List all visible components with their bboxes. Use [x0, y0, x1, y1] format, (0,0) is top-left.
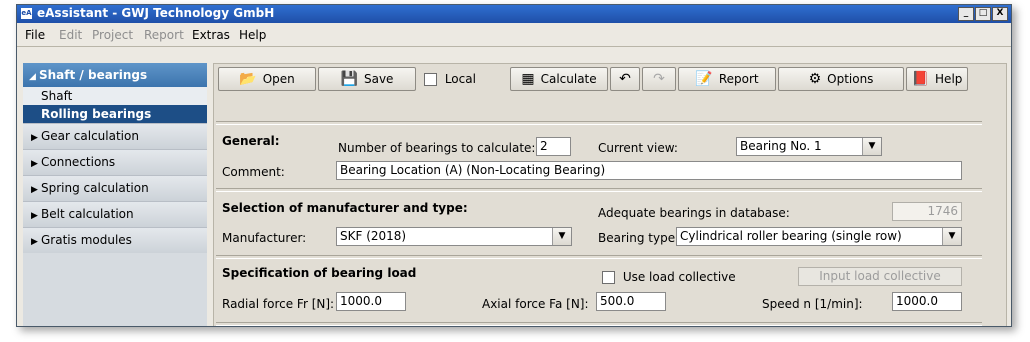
redo-icon: ↷ — [653, 71, 665, 87]
load-heading: Specification of bearing load — [222, 266, 417, 280]
calculate-button[interactable]: ▦ Calculate — [510, 67, 608, 91]
collapsed-arrow-icon: ▶ — [31, 159, 38, 169]
speed-input[interactable]: 1000.0 — [892, 292, 962, 311]
close-button[interactable]: X — [992, 7, 1008, 21]
help-button-label: Help — [935, 72, 963, 86]
axial-force-label: Axial force Fa [N]: — [482, 297, 589, 311]
menu-project[interactable]: Project — [92, 28, 133, 42]
separator — [216, 188, 982, 192]
menu-help[interactable]: Help — [239, 28, 266, 42]
redo-button[interactable]: ↷ — [642, 67, 676, 91]
bearing-type-value: Cylindrical roller bearing (single row) — [680, 229, 902, 243]
options-button[interactable]: ⚙ Options — [778, 67, 904, 91]
sidebar-item-gear-calculation[interactable]: ▶ Gear calculation — [23, 123, 207, 149]
input-load-collective-button[interactable]: Input load collective — [798, 267, 962, 286]
separator — [216, 322, 982, 326]
collapsed-arrow-icon: ▶ — [31, 237, 38, 247]
sidebar-item-label: Spring calculation — [41, 181, 149, 195]
sidebar-item-label: Gratis modules — [41, 233, 132, 247]
navigation-sidebar: ◢ Shaft / bearings Shaft Rolling bearings… — [23, 63, 207, 326]
manufacturer-select[interactable]: SKF (2018) ▼ — [336, 227, 572, 246]
sidebar-item-label: Gear calculation — [41, 129, 139, 143]
comment-input[interactable]: Bearing Location (A) (Non-Locating Beari… — [336, 161, 962, 180]
main-window: eA eAssistant - GWJ Technology GmbH _ □ … — [16, 4, 1012, 327]
report-button[interactable]: 📝 Report — [678, 67, 776, 91]
collapsed-arrow-icon: ▶ — [31, 133, 38, 143]
report-button-label: Report — [718, 72, 759, 86]
open-folder-icon: 📂 — [239, 71, 257, 87]
current-view-label: Current view: — [598, 141, 678, 155]
axial-force-input[interactable]: 500.0 — [596, 292, 666, 311]
help-book-icon: 📕 — [911, 71, 930, 87]
save-disk-icon: 💾 — [340, 71, 358, 87]
window-title: eAssistant - GWJ Technology GmbH — [37, 6, 275, 20]
sidebar-item-rolling-bearings[interactable]: Rolling bearings — [23, 105, 207, 123]
sidebar-item-gratis-modules[interactable]: ▶ Gratis modules — [23, 227, 207, 253]
sidebar-item-label: Connections — [41, 155, 116, 169]
open-button[interactable]: 📂 Open — [218, 67, 316, 91]
use-load-collective-label: Use load collective — [622, 270, 736, 284]
sidebar-header-shaft-bearings[interactable]: ◢ Shaft / bearings — [23, 63, 207, 87]
expanded-arrow-icon: ◢ — [29, 72, 36, 82]
report-icon: 📝 — [695, 71, 713, 87]
manufacturer-value: SKF (2018) — [340, 229, 407, 243]
collapsed-arrow-icon: ▶ — [31, 185, 38, 195]
window-controls: _ □ X — [958, 7, 1008, 21]
undo-icon: ↶ — [619, 71, 631, 87]
options-icon: ⚙ — [808, 71, 822, 87]
chevron-down-icon[interactable]: ▼ — [552, 228, 571, 245]
menu-extras[interactable]: Extras — [192, 28, 230, 42]
num-bearings-input[interactable]: 2 — [536, 137, 571, 156]
sidebar-item-spring-calculation[interactable]: ▶ Spring calculation — [23, 175, 207, 201]
num-bearings-label: Number of bearings to calculate: — [338, 141, 536, 155]
checkbox-box[interactable] — [602, 271, 615, 284]
local-checkbox-label: Local — [444, 72, 476, 86]
current-view-select[interactable]: Bearing No. 1 ▼ — [736, 137, 882, 156]
bearing-type-select[interactable]: Cylindrical roller bearing (single row) … — [676, 227, 962, 246]
speed-label: Speed n [1/min]: — [762, 297, 863, 311]
open-button-label: Open — [262, 72, 295, 86]
chevron-down-icon[interactable]: ▼ — [862, 138, 881, 155]
checkbox-box[interactable] — [424, 73, 437, 86]
local-checkbox[interactable]: Local — [424, 72, 476, 86]
minimize-button[interactable]: _ — [958, 7, 974, 21]
sidebar-item-label: Belt calculation — [41, 207, 134, 221]
general-heading: General: — [222, 134, 280, 148]
menu-edit[interactable]: Edit — [59, 28, 82, 42]
sidebar-header-label: Shaft / bearings — [39, 68, 148, 82]
radial-force-label: Radial force Fr [N]: — [222, 297, 335, 311]
help-button[interactable]: 📕 Help — [906, 67, 968, 91]
calculate-button-label: Calculate — [540, 72, 597, 86]
separator — [216, 255, 982, 259]
separator — [216, 121, 982, 125]
adequate-bearings-label: Adequate bearings in database: — [598, 206, 790, 220]
sidebar-item-belt-calculation[interactable]: ▶ Belt calculation — [23, 201, 207, 227]
calculator-icon: ▦ — [521, 71, 535, 87]
maximize-button[interactable]: □ — [975, 7, 991, 21]
title-bar[interactable]: eA eAssistant - GWJ Technology GmbH _ □ … — [17, 5, 1011, 23]
selection-heading: Selection of manufacturer and type: — [222, 201, 468, 215]
save-button[interactable]: 💾 Save — [318, 67, 416, 91]
save-button-label: Save — [363, 72, 394, 86]
radial-force-input[interactable]: 1000.0 — [336, 292, 406, 311]
manufacturer-label: Manufacturer: — [222, 231, 307, 245]
menu-file[interactable]: File — [25, 28, 45, 42]
chevron-down-icon[interactable]: ▼ — [942, 228, 961, 245]
sidebar-item-shaft[interactable]: Shaft — [23, 87, 207, 105]
collapsed-arrow-icon: ▶ — [31, 211, 38, 221]
options-button-label: Options — [827, 72, 874, 86]
toolbar: 📂 Open 💾 Save Local ▦ Calculate ↶ ↷ 📝 Report — [218, 67, 1006, 93]
menu-report[interactable]: Report — [144, 28, 184, 42]
bearing-type-label: Bearing type: — [598, 231, 680, 245]
adequate-bearings-value: 1746 — [892, 202, 962, 221]
comment-label: Comment: — [222, 165, 285, 179]
use-load-collective-checkbox[interactable]: Use load collective — [602, 270, 736, 284]
menu-bar: File Edit Project Report Extras Help — [17, 24, 1011, 47]
bearing-form-panel: 📂 Open 💾 Save Local ▦ Calculate ↶ ↷ 📝 Report — [213, 63, 1007, 326]
app-logo-icon: eA — [21, 8, 32, 19]
undo-button[interactable]: ↶ — [610, 67, 640, 91]
current-view-value: Bearing No. 1 — [740, 139, 822, 153]
sidebar-item-connections[interactable]: ▶ Connections — [23, 149, 207, 175]
